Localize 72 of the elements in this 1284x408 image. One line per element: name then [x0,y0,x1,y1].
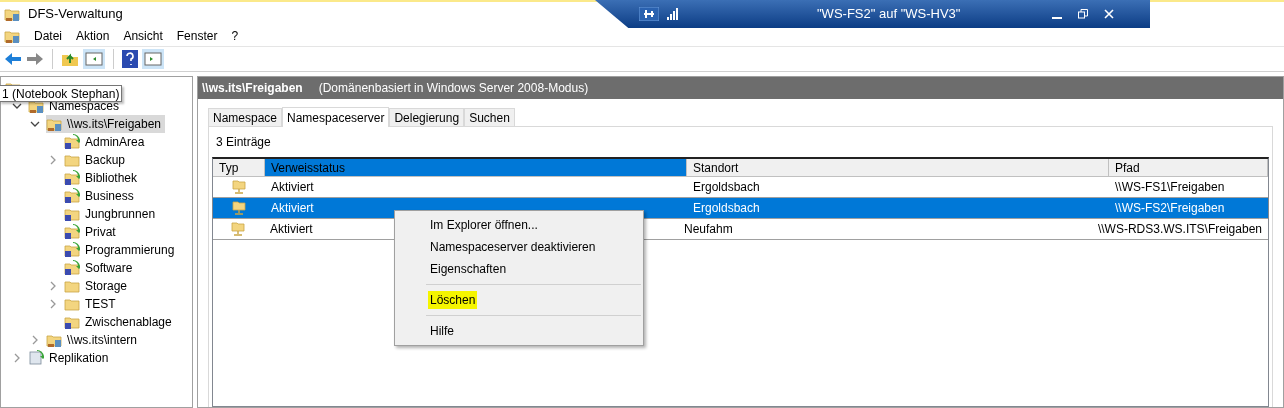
forward-arrow-icon[interactable] [26,51,44,67]
folder-link-icon [64,170,80,186]
panel-toggle-icon[interactable] [83,49,105,69]
tree-item[interactable]: Programmierung [64,241,179,259]
column-header[interactable]: Pfad [1109,159,1268,176]
tree-item[interactable]: TEST [64,295,120,313]
connection-title: "WS-FS2" auf "WS-HV3" [817,5,961,24]
menu-item[interactable]: Aktion [76,27,110,45]
tree-item[interactable]: Privat [64,223,120,241]
table-cell-text: Aktiviert [271,200,314,217]
table-cell-text: \\WS-RDS3.WS.ITS\Freigaben [1096,221,1263,238]
column-header[interactable]: Standort [687,159,1109,176]
table-cell-text: Neufahm [683,221,733,238]
tab[interactable]: Namespaceserver [282,107,390,127]
table-cell-text: Aktiviert [271,179,314,196]
entry-count: 3 Einträge [216,134,271,151]
restore-icon[interactable] [1078,9,1088,19]
column-header[interactable]: Verweisstatus [265,159,687,176]
menu-item[interactable]: Eigenschaften [428,260,509,278]
tree-item[interactable]: AdminArea [64,133,149,151]
folder-icon [64,296,80,312]
tab[interactable]: Namespace [208,108,283,126]
folder-link-icon [64,188,80,204]
tooltip: 1 (Notebook Stephan) [0,85,123,102]
folder-link-icon [64,314,80,330]
menu-item[interactable]: Im Explorer öffnen... [428,216,540,234]
folder-icon [64,152,80,168]
tree-item[interactable]: Bibliothek [64,169,142,187]
tree-item[interactable]: Replikation [28,349,113,367]
header-title: \\ws.its\Freigaben [202,80,303,97]
table-cell-text: Ergoldsbach [693,179,760,196]
header-subtitle: (Domänenbasiert in Windows Server 2008-Modus) [318,80,589,97]
table-cell-text: \\WS-FS1\Freigaben [1114,179,1226,196]
tree-item[interactable]: Backup [64,151,130,169]
folder-up-icon[interactable] [61,51,79,67]
folder-link-icon [64,224,80,240]
close-icon[interactable] [1104,9,1114,19]
folder-link-icon [64,206,80,222]
back-arrow-icon[interactable] [4,51,22,67]
help-icon[interactable] [122,50,138,68]
namespace-icon [46,332,62,348]
tab[interactable]: Delegierung [389,108,465,126]
menu-item[interactable]: Hilfe [428,322,456,340]
signal-icon [667,8,679,20]
tree-item[interactable]: Software [64,259,137,277]
folder-icon [64,278,80,294]
tree-item[interactable]: Zwischenablage [64,313,176,331]
menu-item[interactable]: Löschen [428,291,478,309]
namespace-icon [46,116,62,132]
table-cell-text: Ergoldsbach [693,200,760,217]
folder-link-icon [64,134,80,150]
tab[interactable]: Suchen [464,108,515,126]
pin-icon[interactable] [639,7,659,21]
table-cell-text: Aktiviert [270,221,313,238]
folder-link-icon [64,242,80,258]
menu-item[interactable]: Ansicht [123,27,163,45]
replication-icon [28,350,44,366]
menu-item[interactable]: Datei [34,27,62,45]
tree-item[interactable]: \\ws.its\Freigaben [46,115,166,133]
table-cell-text: \\WS-FS2\Freigaben [1114,200,1226,217]
menu-item[interactable]: Fenster [176,27,218,45]
window-title: DFS-Verwaltung [28,5,123,24]
tree-item[interactable]: Business [64,187,138,205]
tree-item[interactable]: Storage [64,277,132,295]
server-folder-icon [230,221,247,237]
server-folder-icon [231,200,247,216]
menu-item[interactable]: Namespaceserver deaktivieren [428,238,598,256]
server-folder-icon [231,179,247,195]
folder-link-icon [64,260,80,276]
tree-item[interactable]: \\ws.its\intern [46,331,142,349]
menu-item[interactable]: ? [231,27,239,45]
tree-item[interactable]: Jungbrunnen [64,205,160,223]
